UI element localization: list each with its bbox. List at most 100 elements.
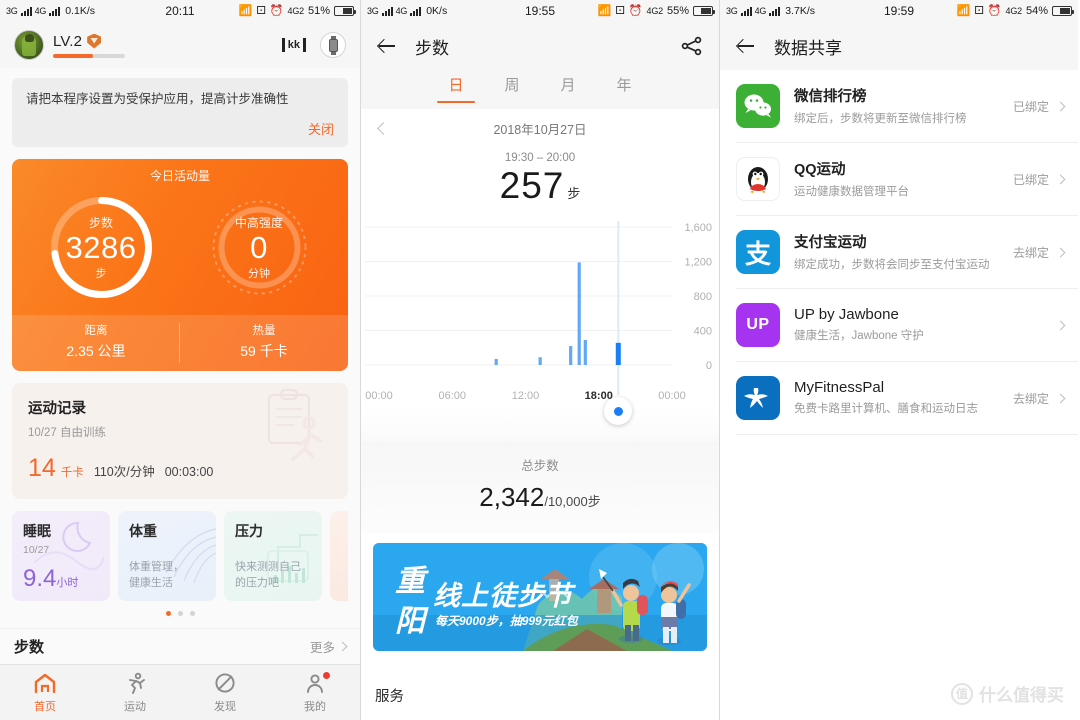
total-steps-block: 总步数 2,342/10,000步 bbox=[361, 441, 719, 533]
list-item-wechat[interactable]: 微信排行榜 绑定后，步数将更新至微信排行榜 已绑定 bbox=[736, 70, 1078, 143]
chart-scrubber-knob[interactable] bbox=[604, 397, 633, 425]
total-steps-label: 总步数 bbox=[521, 459, 559, 473]
steps-section-header[interactable]: 步数 更多 bbox=[0, 628, 360, 664]
tab-mine[interactable]: 我的 bbox=[270, 665, 360, 720]
exercise-record-card[interactable]: 运动记录 10/27 自由训练 14 千卡 110次/分钟 00:03:00 bbox=[12, 382, 348, 499]
next-card-peek[interactable] bbox=[330, 510, 348, 601]
sharing-list: 微信排行榜 绑定后，步数将更新至微信排行榜 已绑定 QQ运动 运动健康数据管理平… bbox=[720, 70, 1078, 435]
up-jawbone-icon: UP bbox=[736, 303, 780, 347]
app-desc: 健康生活，Jawbone 守护 bbox=[794, 329, 924, 342]
carousel-dot-1[interactable] bbox=[165, 610, 171, 616]
tab-day[interactable]: 日 bbox=[428, 70, 484, 103]
app-name: UP by Jawbone bbox=[794, 305, 899, 323]
battery-icon bbox=[1052, 6, 1074, 16]
chart-scrubber[interactable] bbox=[361, 397, 719, 441]
selected-time-range: 19:30 – 20:00 bbox=[504, 152, 576, 164]
panel-home: 3G 4G 0.1K/s 20:11 📶 ⚀ ⏰ 4G2 51% LV.2 kk… bbox=[0, 0, 361, 720]
tab-month[interactable]: 月 bbox=[540, 70, 596, 103]
app-desc: 绑定成功，步数将会同步至支付宝运动 bbox=[794, 258, 990, 271]
wechat-icon bbox=[736, 84, 780, 128]
svg-text:06:00: 06:00 bbox=[438, 390, 466, 402]
avatar[interactable] bbox=[14, 30, 44, 60]
total-steps-value: 2,342 bbox=[479, 482, 545, 512]
kk-logo-icon[interactable]: kk bbox=[281, 38, 306, 52]
distance-value: 2.35 公里 bbox=[66, 342, 126, 359]
three-phone-screenshots: 3G 4G 0.1K/s 20:11 📶 ⚀ ⏰ 4G2 51% LV.2 kk… bbox=[0, 0, 1080, 720]
notification-dot bbox=[323, 672, 330, 679]
back-arrow-icon[interactable] bbox=[377, 36, 397, 56]
chevron-right-icon bbox=[1055, 393, 1066, 403]
stress-card[interactable]: 压力 快来测测自己 的压力吧 bbox=[224, 510, 322, 601]
panel-steps-detail: 3G 4G 0K/s 19:55 📶 ⚀ ⏰ 4G2 55% 步数 日 周 月 … bbox=[361, 0, 720, 720]
tab-week[interactable]: 周 bbox=[484, 70, 540, 103]
tab-sport[interactable]: 运动 bbox=[90, 665, 180, 720]
app-desc: 运动健康数据管理平台 bbox=[794, 185, 909, 198]
share-icon[interactable] bbox=[681, 36, 703, 56]
selected-steps-unit: 步 bbox=[567, 186, 581, 201]
running-icon bbox=[129, 672, 145, 694]
selected-steps-value: 257 bbox=[499, 165, 565, 206]
today-activity-card[interactable]: 今日活动量 步数 3286 步 中高强度 0 分钟 距离 2.35 公里 热量 … bbox=[12, 158, 348, 371]
tab-discover-label: 发现 bbox=[214, 700, 236, 713]
intensity-ring-unit: 分钟 bbox=[248, 267, 270, 280]
bind-status: 已绑定 bbox=[1012, 99, 1049, 114]
date-selector[interactable]: 2018年10月27日 bbox=[361, 109, 719, 140]
tab-home-label: 首页 bbox=[34, 700, 56, 713]
intensity-ring: 中高强度 0 分钟 bbox=[202, 190, 317, 305]
tab-mine-label: 我的 bbox=[304, 700, 326, 713]
chevron-left-icon[interactable] bbox=[377, 122, 390, 135]
svg-text:800: 800 bbox=[694, 291, 712, 303]
steps-ring-label: 步数 bbox=[88, 215, 113, 230]
sleep-card[interactable]: 睡眠 10/27 9.4小时 bbox=[12, 510, 110, 601]
watch-icon[interactable] bbox=[320, 32, 346, 58]
sharing-nav-bar: 数据共享 bbox=[720, 22, 1078, 70]
promo-banner[interactable]: 重 阳 线上徒步节 每天9000步，抽999元红包 bbox=[373, 543, 707, 651]
panel-data-sharing: 3G 4G 3.7K/s 19:59 📶 ⚀ ⏰ 4G2 54% 数据共享 微信… bbox=[720, 0, 1078, 720]
chevron-right-icon bbox=[1055, 247, 1066, 257]
list-item-alipay-sport[interactable]: 支 支付宝运动 绑定成功，步数将会同步至支付宝运动 去绑定 bbox=[736, 216, 1078, 289]
intensity-ring-label: 中高强度 bbox=[234, 215, 283, 230]
back-arrow-icon[interactable] bbox=[736, 36, 756, 56]
notice-close-button[interactable]: 关闭 bbox=[308, 122, 334, 137]
list-item-up-jawbone[interactable]: UP UP by Jawbone 健康生活，Jawbone 守护 bbox=[736, 289, 1078, 362]
watermark-logo: 值 bbox=[951, 682, 973, 705]
status-clock: 19:59 bbox=[883, 4, 915, 18]
rank-shield-icon bbox=[87, 33, 102, 49]
svg-text:00:00: 00:00 bbox=[658, 390, 686, 402]
record-rate: 110次/分钟 bbox=[93, 464, 155, 479]
bind-status: 已绑定 bbox=[1012, 172, 1049, 187]
selected-steps-block: 257 步 bbox=[361, 165, 719, 207]
banner-artwork: 重 阳 线上徒步节 每天9000步，抽999元红包 bbox=[373, 543, 707, 651]
svg-text:线上徒步节: 线上徒步节 bbox=[433, 581, 577, 611]
carousel-dot-3[interactable] bbox=[189, 610, 195, 616]
selected-date: 2018年10月27日 bbox=[493, 123, 587, 137]
app-desc: 绑定后，步数将更新至微信排行榜 bbox=[794, 112, 967, 125]
app-name: 微信排行榜 bbox=[794, 88, 867, 105]
level-block: LV.2 bbox=[53, 33, 125, 58]
page-title: 步数 bbox=[415, 38, 449, 58]
carousel-dots[interactable] bbox=[0, 610, 360, 616]
list-item-qq-sport[interactable]: QQ运动 运动健康数据管理平台 已绑定 bbox=[736, 143, 1078, 216]
svg-text:00:00: 00:00 bbox=[365, 390, 393, 402]
record-duration: 00:03:00 bbox=[164, 464, 214, 479]
bind-status[interactable]: 去绑定 bbox=[1013, 244, 1049, 261]
svg-text:每天9000步，抽999元红包: 每天9000步，抽999元红包 bbox=[435, 614, 579, 628]
record-kcal: 14 bbox=[28, 453, 56, 482]
list-item-myfitnesspal[interactable]: MyFitnessPal 免费卡路里计算机、膳食和运动日志 去绑定 bbox=[736, 362, 1078, 435]
steps-bar-chart[interactable]: 0 400 800 1,200 1,600 00:00 06:00 12:00 18:00 00:… bbox=[361, 217, 719, 407]
weight-card[interactable]: 体重 体重管理， 健康生活 bbox=[118, 510, 216, 601]
stress-desc: 快来测测自己 的压力吧 bbox=[235, 560, 301, 589]
tab-year[interactable]: 年 bbox=[596, 70, 652, 103]
myfitnesspal-icon bbox=[736, 376, 780, 420]
carousel-dot-2[interactable] bbox=[177, 610, 183, 616]
bind-status[interactable]: 去绑定 bbox=[1013, 390, 1049, 407]
tab-discover[interactable]: 发现 bbox=[180, 665, 270, 720]
chevron-right-icon bbox=[1055, 101, 1066, 111]
app-name: QQ运动 bbox=[794, 161, 846, 178]
steps-more-label: 更多 bbox=[309, 641, 335, 655]
tab-home[interactable]: 首页 bbox=[0, 665, 90, 720]
service-label: 服务 bbox=[375, 689, 404, 705]
app-name: MyFitnessPal bbox=[794, 378, 885, 396]
status-clock: 20:11 bbox=[165, 4, 195, 18]
steps-more-link[interactable]: 更多 bbox=[309, 637, 348, 656]
